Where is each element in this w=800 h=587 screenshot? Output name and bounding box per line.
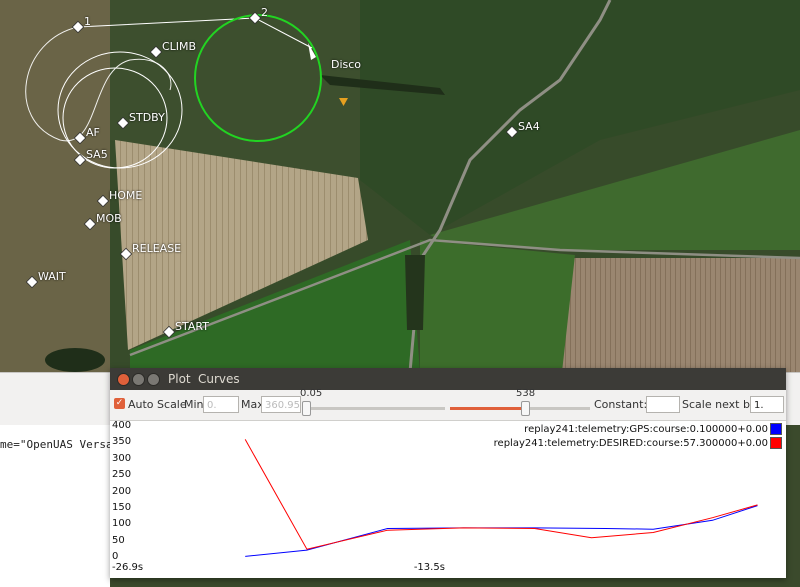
background-text: me="OpenUAS Versat — [0, 438, 120, 451]
plot-window-titlebar[interactable]: Plot Curves — [110, 368, 786, 390]
min-input[interactable]: 0. — [203, 396, 239, 413]
legend-entry: replay241:telemetry:GPS:course:0.100000+… — [524, 423, 782, 435]
plot-window[interactable]: Plot Curves ✓ Auto Scale Min 0. Max 360.… — [110, 368, 786, 578]
legend-swatch — [770, 437, 782, 449]
legend-swatch — [770, 423, 782, 435]
slider2-value: 538 — [516, 388, 536, 399]
constant-input[interactable] — [646, 396, 680, 413]
waypoint-label-mob: MOB — [96, 212, 122, 225]
scale-next-input[interactable]: 1. — [750, 396, 784, 413]
y-tick-label: 0 — [112, 551, 119, 562]
field-plowed-south-east — [562, 258, 800, 372]
trees-south-west — [45, 348, 105, 372]
y-tick-label: 400 — [112, 420, 132, 431]
waypoint-label-home: HOME — [109, 189, 143, 202]
slider1-value: 0.05 — [300, 388, 323, 399]
slider1-handle[interactable] — [302, 401, 311, 416]
y-tick-label: 100 — [112, 518, 132, 530]
constant-label: Constant: — [594, 398, 648, 411]
waypoint-label-wp2: 2 — [261, 6, 268, 19]
y-tick-label: 50 — [112, 534, 125, 546]
plot-toolbar: ✓ Auto Scale Min 0. Max 360.95 0.05 538 … — [110, 388, 786, 421]
x-tick-label: -26.9s — [112, 562, 144, 573]
waypoint-label-start: START — [175, 320, 209, 333]
waypoint-label-wait: WAIT — [38, 270, 66, 283]
y-tick-label: 200 — [112, 485, 132, 497]
slider2-track[interactable] — [525, 407, 590, 410]
series-line-0 — [245, 505, 758, 557]
y-tick-label: 350 — [112, 436, 132, 448]
y-tick-label: 150 — [112, 501, 132, 513]
y-tick-label: 300 — [112, 452, 132, 464]
waypoint-label-release: RELEASE — [132, 242, 182, 255]
legend-label: replay241:telemetry:DESIRED:course:57.30… — [493, 438, 768, 449]
tree-row — [405, 255, 425, 330]
y-tick-label: 250 — [112, 469, 132, 481]
legend-entry: replay241:telemetry:DESIRED:course:57.30… — [494, 437, 782, 449]
auto-scale-checkbox[interactable]: ✓ — [114, 398, 125, 409]
waypoint-label-climb: CLIMB — [162, 40, 197, 53]
min-label: Min — [184, 398, 204, 411]
max-input[interactable]: 360.95 — [261, 396, 301, 413]
auto-scale-label: Auto Scale — [128, 398, 187, 411]
waypoint-label-wp1: 1 — [84, 15, 91, 28]
waypoint-label-sa4: SA4 — [518, 120, 540, 133]
waypoint-label-af: AF — [86, 126, 100, 139]
slider2-fill — [450, 407, 525, 410]
slider1-track[interactable] — [305, 407, 445, 410]
slider2-handle[interactable] — [521, 401, 530, 416]
series-line-1 — [244, 439, 758, 550]
field-south-middle — [420, 240, 575, 372]
scale-next-label: Scale next by — [682, 398, 757, 411]
menu-curves[interactable]: Curves — [198, 372, 240, 386]
map-view[interactable]: 1 2 CLIMB STDBY AF SA5 HOME MOB RELEASE WAIT START… — [0, 0, 800, 372]
aircraft-label: Disco — [331, 58, 362, 71]
close-icon[interactable] — [117, 373, 130, 386]
minimize-icon[interactable] — [132, 373, 145, 386]
map-canvas[interactable] — [0, 0, 800, 372]
plot-area[interactable]: 400 350 300 250 200 150 100 50 0 -26.9s -13.5s repl… — [110, 420, 786, 578]
legend-label: replay241:telemetry:GPS:course:0.100000+… — [524, 424, 768, 435]
waypoint-label-sa5: SA5 — [86, 148, 108, 161]
maximize-icon[interactable] — [147, 373, 160, 386]
waypoint-label-stdby: STDBY — [129, 111, 165, 124]
x-tick-label: -13.5s — [413, 562, 445, 573]
window-title: Plot — [168, 372, 191, 386]
field-west — [0, 0, 110, 372]
